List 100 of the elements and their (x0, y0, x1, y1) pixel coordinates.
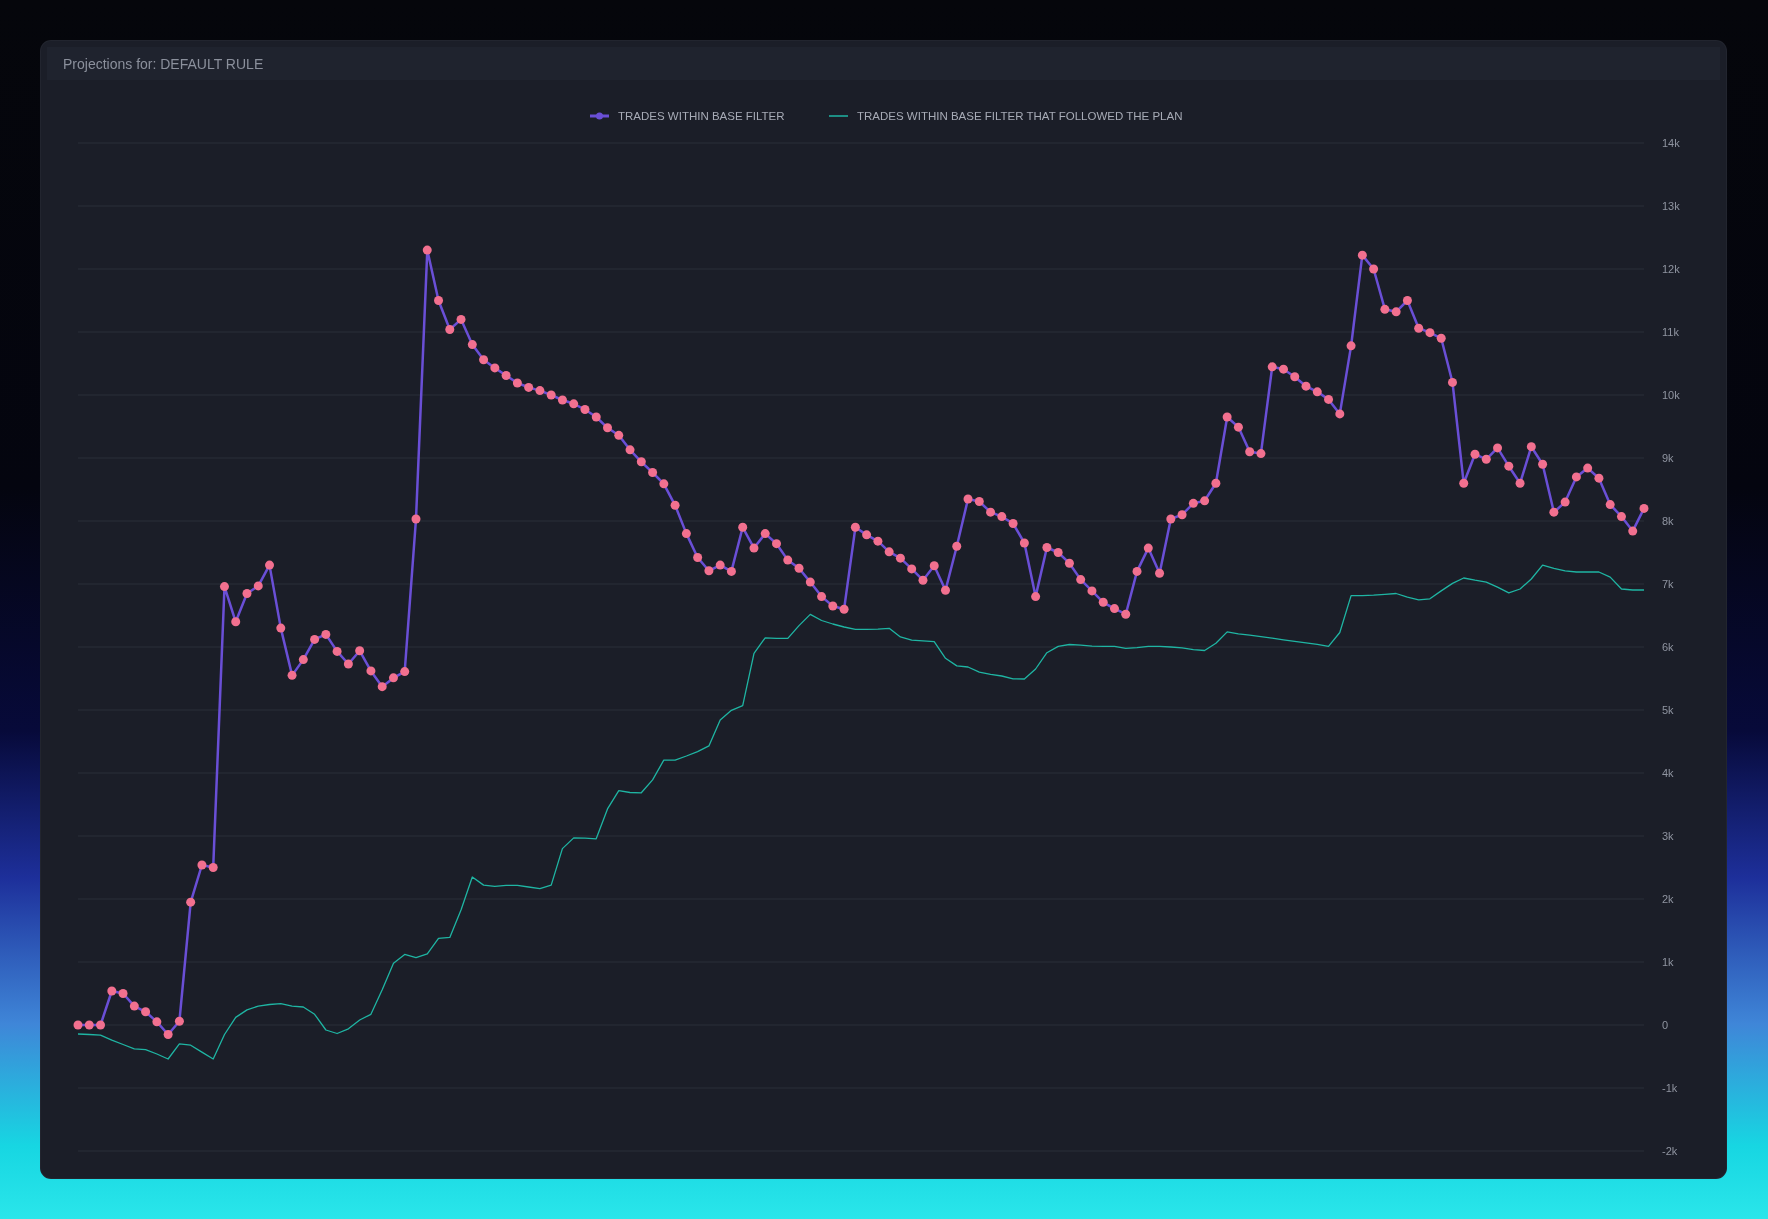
data-point (1121, 609, 1131, 619)
data-point (1245, 447, 1255, 457)
data-point (1616, 512, 1626, 522)
data-point (1571, 472, 1581, 482)
data-point (1256, 449, 1266, 459)
axis-label: 1k (1662, 956, 1674, 968)
data-point (265, 560, 274, 570)
data-point (208, 863, 218, 872)
data-point (1132, 566, 1142, 576)
data-point (276, 623, 286, 633)
data-point (805, 577, 815, 587)
legend-marker-icon[interactable] (590, 112, 609, 120)
data-point (603, 423, 612, 433)
data-point (1470, 449, 1480, 459)
data-point (411, 514, 421, 524)
data-point (1177, 510, 1187, 520)
legend-label[interactable]: TRADES WITHIN BASE FILTER THAT FOLLOWED THE PLAN (857, 110, 1183, 122)
data-point (1538, 459, 1548, 469)
data-point (310, 634, 320, 644)
axis-label: 7k (1662, 578, 1674, 590)
axis-label: 10k (1662, 389, 1680, 401)
data-point (298, 655, 308, 665)
data-point (1200, 496, 1210, 506)
data-point (141, 1007, 151, 1017)
data-point (1447, 377, 1457, 387)
data-point (1324, 394, 1334, 404)
axis-label: 2k (1662, 893, 1674, 905)
data-point (1481, 454, 1491, 464)
data-point (783, 555, 793, 565)
data-point (467, 340, 477, 350)
legend-label[interactable]: TRADES WITHIN BASE FILTER (618, 110, 785, 122)
data-point (422, 245, 432, 255)
data-point (986, 507, 996, 517)
data-point (1357, 250, 1367, 260)
data-point (659, 479, 669, 489)
data-point (501, 370, 511, 380)
data-point (760, 529, 770, 539)
data-point (321, 629, 331, 639)
data-point (1402, 296, 1412, 305)
data-point (1459, 478, 1469, 488)
data-point (1222, 412, 1232, 422)
data-point (715, 560, 725, 570)
data-point (524, 382, 534, 392)
data-point (1436, 333, 1446, 343)
data-point (895, 553, 905, 563)
data-point (1064, 558, 1074, 568)
data-point (591, 412, 601, 422)
data-point (636, 457, 646, 467)
data-point (434, 296, 443, 305)
data-point (388, 673, 398, 683)
data-point (1155, 568, 1165, 578)
panel-title: Projections for: DEFAULT RULE (63, 55, 264, 72)
data-point (1233, 422, 1243, 432)
data-point (490, 363, 500, 373)
data-point (1639, 503, 1649, 513)
data-point (738, 522, 748, 532)
data-point (118, 989, 128, 998)
axis-label: 12k (1662, 263, 1680, 275)
data-point (186, 897, 196, 907)
data-point (1425, 328, 1435, 338)
data-point (625, 445, 635, 455)
data-point (1628, 526, 1638, 536)
data-point (884, 547, 894, 557)
data-point (1110, 604, 1119, 614)
data-point (772, 539, 781, 549)
data-point (1493, 443, 1503, 453)
data-point (839, 604, 849, 614)
data-point (1549, 507, 1559, 517)
data-point (107, 986, 117, 996)
data-point (952, 541, 962, 551)
data-point (828, 601, 838, 611)
data-point (1166, 514, 1176, 524)
data-point (1143, 543, 1153, 553)
legend-line-icon[interactable] (828, 115, 849, 117)
data-point (174, 1016, 184, 1026)
data-point (1335, 409, 1345, 419)
data-point (253, 581, 263, 591)
data-point (163, 1029, 173, 1039)
axis-label: -1k (1662, 1082, 1678, 1094)
data-point (1031, 592, 1041, 602)
data-point (1098, 597, 1108, 607)
data-point (1188, 498, 1198, 508)
data-point (850, 522, 860, 532)
axis-label: 3k (1662, 830, 1674, 842)
data-point (557, 395, 567, 405)
data-point (1019, 538, 1029, 548)
data-point (907, 564, 917, 574)
axis-label: 8k (1662, 515, 1674, 527)
data-point (873, 536, 883, 546)
data-point (693, 553, 703, 563)
data-point (197, 860, 207, 870)
data-point (941, 585, 950, 595)
data-point (1279, 364, 1288, 374)
data-point (219, 582, 229, 592)
data-point (1087, 586, 1097, 596)
data-point (1267, 362, 1277, 372)
data-point (1211, 478, 1221, 488)
data-point (648, 468, 658, 477)
data-point (1594, 473, 1604, 483)
data-point (918, 575, 928, 585)
